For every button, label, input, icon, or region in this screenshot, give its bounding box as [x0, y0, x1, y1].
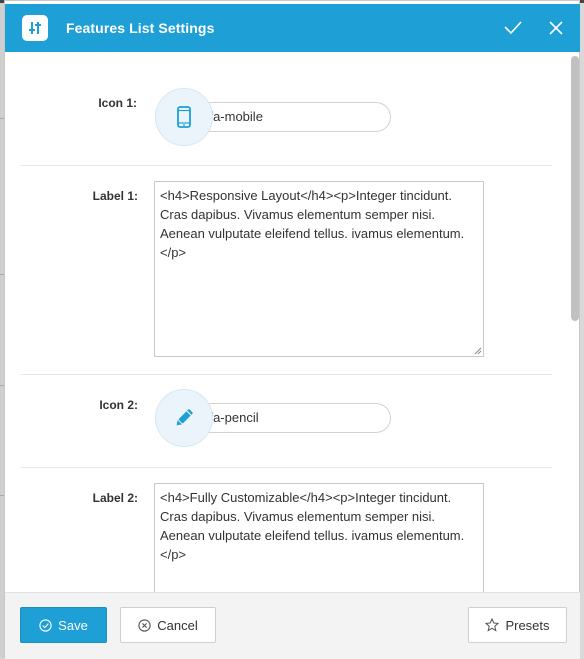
mobile-icon — [155, 88, 213, 146]
presets-button[interactable]: Presets — [468, 607, 567, 643]
modal-footer: Save Cancel Presets — [5, 592, 580, 659]
icon-2-input[interactable]: fa fa-pencil — [187, 403, 391, 433]
scrollbar-thumb[interactable] — [571, 56, 579, 321]
label-2-text: <h4>Fully Customizable</h4><p>Integer ti… — [160, 490, 465, 562]
label-1-text: <h4>Responsive Layout</h4><p>Integer tin… — [160, 188, 465, 260]
check-circle-icon — [39, 618, 52, 632]
star-icon — [485, 618, 500, 632]
row-divider — [20, 467, 552, 468]
save-label: Save — [58, 617, 88, 633]
label-2-label: Label 2: — [92, 491, 138, 505]
icon-2-label: Icon 2: — [99, 398, 138, 412]
icon-1-label: Icon 1: — [98, 96, 137, 110]
x-circle-icon — [138, 618, 151, 632]
presets-label: Presets — [505, 617, 550, 633]
modal-header: Features List Settings — [5, 4, 580, 52]
label-1-label: Label 1: — [92, 189, 138, 203]
cancel-button[interactable]: Cancel — [120, 607, 216, 643]
label-2-textarea[interactable]: <h4>Fully Customizable</h4><p>Integer ti… — [154, 483, 484, 592]
pencil-icon — [155, 389, 213, 447]
save-button[interactable]: Save — [20, 607, 107, 643]
icon-1-input[interactable]: fa fa-mobile — [187, 102, 391, 132]
resize-grip-icon[interactable] — [474, 347, 482, 355]
cancel-label: Cancel — [157, 617, 198, 633]
settings-sliders-icon — [22, 15, 48, 41]
label-1-textarea[interactable]: <h4>Responsive Layout</h4><p>Integer tin… — [154, 181, 484, 357]
check-icon[interactable] — [501, 16, 525, 40]
modal-title: Features List Settings — [66, 20, 215, 36]
row-divider — [20, 165, 552, 166]
row-divider — [20, 374, 552, 375]
settings-modal: Features List Settings Icon 1: fa fa-mob… — [4, 0, 580, 659]
settings-form[interactable]: Icon 1: fa fa-mobile Label 1: <h4>Respon… — [5, 52, 580, 592]
close-icon[interactable] — [544, 16, 568, 40]
